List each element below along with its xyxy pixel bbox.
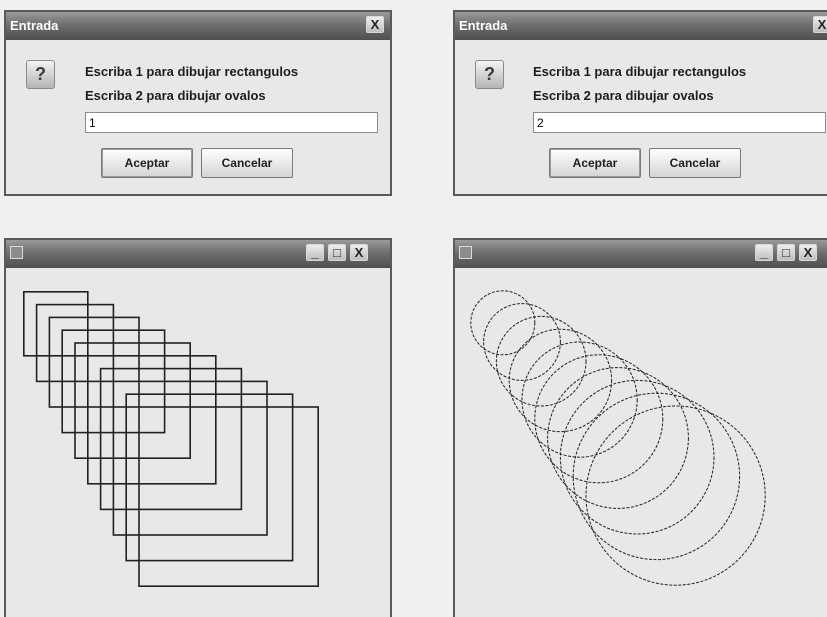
input-dialog-2: Entrada X ? Escriba 1 para dibujar recta… bbox=[453, 10, 827, 196]
rectangles-drawing-canvas bbox=[22, 290, 319, 587]
java-app-icon[interactable] bbox=[10, 246, 23, 259]
message-line-1: Escriba 1 para dibujar rectangulos bbox=[85, 64, 299, 79]
oval-shape bbox=[585, 405, 766, 586]
cancel-button[interactable]: Cancelar bbox=[649, 148, 741, 178]
accept-button[interactable]: Aceptar bbox=[549, 148, 641, 178]
answer-input[interactable] bbox=[533, 112, 826, 133]
rectangle-shape bbox=[22, 290, 89, 357]
accept-button[interactable]: Aceptar bbox=[101, 148, 193, 178]
close-button[interactable]: X bbox=[799, 244, 817, 261]
close-button[interactable]: X bbox=[366, 16, 384, 33]
drawing-window-rectangles: _ □ X bbox=[4, 238, 392, 617]
dialog-title: Entrada bbox=[10, 18, 59, 33]
maximize-button[interactable]: □ bbox=[777, 244, 795, 261]
message-line-1: Escriba 1 para dibujar rectangulos bbox=[533, 64, 747, 79]
minimize-button[interactable]: _ bbox=[755, 244, 773, 261]
rectangle-shape bbox=[74, 342, 191, 459]
minimize-button[interactable]: _ bbox=[306, 244, 324, 261]
rectangle-shape bbox=[87, 355, 217, 485]
oval-shape bbox=[547, 367, 689, 509]
oval-shape bbox=[521, 341, 638, 458]
close-button[interactable]: X bbox=[350, 244, 368, 261]
dialog-titlebar[interactable]: Entrada bbox=[455, 12, 827, 40]
cancel-button[interactable]: Cancelar bbox=[201, 148, 293, 178]
message-line-2: Escriba 2 para dibujar ovalos bbox=[85, 88, 266, 103]
oval-shape bbox=[495, 315, 587, 407]
ovals-drawing-canvas bbox=[470, 290, 766, 586]
oval-shape bbox=[534, 354, 664, 484]
java-app-icon[interactable] bbox=[459, 246, 472, 259]
dialog-titlebar[interactable]: Entrada bbox=[6, 12, 390, 40]
question-icon: ? bbox=[26, 60, 55, 89]
dialog-title: Entrada bbox=[459, 18, 508, 33]
maximize-button[interactable]: □ bbox=[328, 244, 346, 261]
oval-shape bbox=[483, 303, 561, 381]
close-button[interactable]: X bbox=[813, 16, 827, 33]
oval-shape bbox=[470, 290, 536, 356]
oval-shape bbox=[572, 392, 741, 561]
drawing-window-ovals: _ □ X bbox=[453, 238, 827, 617]
rectangle-shape bbox=[138, 406, 319, 587]
answer-input[interactable] bbox=[85, 112, 378, 133]
question-icon: ? bbox=[475, 60, 504, 89]
message-line-2: Escriba 2 para dibujar ovalos bbox=[533, 88, 714, 103]
input-dialog-1: Entrada X ? Escriba 1 para dibujar recta… bbox=[4, 10, 392, 196]
rectangle-shape bbox=[99, 367, 243, 511]
